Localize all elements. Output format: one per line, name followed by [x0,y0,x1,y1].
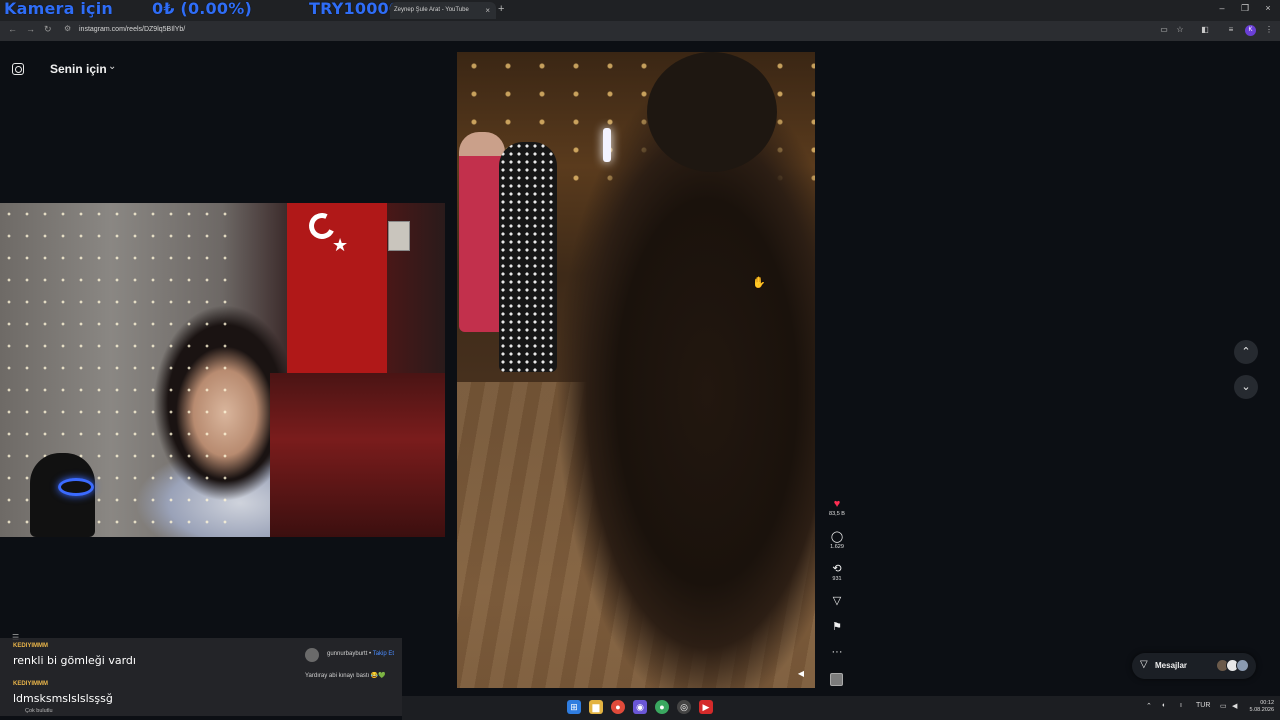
comment-username[interactable]: gunnurbayburtt [327,651,367,657]
instagram-logo-icon[interactable] [12,63,24,75]
avatar [1236,659,1249,672]
heart-icon: ♥ [833,498,841,510]
feed-title[interactable]: Senin için [50,62,107,76]
comment-text: Yardıray abi kınayı bastı 😂💚 [305,673,386,679]
minimize-button[interactable]: – [1212,3,1232,13]
volume-icon[interactable]: ◀ [795,668,807,680]
profile-avatar[interactable]: K [1245,25,1256,36]
previous-reel-button[interactable]: ⌃ [1234,340,1258,364]
instagram-page: Senin için ⌄ ★ ◀ ♥ 83,5 B ◯ 1.629 ⟲ 931 [0,41,1280,696]
comment-user: gunnurbayburtt • Takip Et [327,651,394,657]
browser-icon[interactable]: ● [655,700,669,714]
tray-app-icon[interactable]: ◐ [1162,702,1166,709]
phone-flashlight [603,128,611,162]
start-icon[interactable]: ⊞ [567,700,581,714]
app-icon[interactable]: ▶ [699,700,713,714]
turkish-flag: ★ [287,203,387,373]
weather-label: Çok bulutlu [25,708,53,714]
mic-light-ring [58,478,94,496]
browser-tab-bar: Kamera için 0₺ (0.00%) TRY10000 Zeynep Ş… [0,0,1280,21]
repost-count: 931 [832,576,842,582]
site-info-icon[interactable]: ⚙ [64,24,71,33]
close-window-button[interactable]: × [1258,3,1278,13]
star-icon: ★ [332,235,349,255]
system-clock[interactable]: 00:12 5.08.2026 [1244,700,1274,714]
clock-time: 00:12 [1260,700,1274,706]
more-button[interactable]: ··· [826,646,848,658]
messages-button[interactable]: ▽ Mesajlar [1132,653,1256,679]
tab-close-icon[interactable]: × [485,2,490,19]
volume-tray-icon[interactable]: ◀ [1232,702,1237,710]
menu-kebab-icon[interactable]: ⋮ [1264,25,1274,35]
language-indicator[interactable]: TUR [1196,702,1210,709]
browser-address-bar: ← → ↻ ⚙ instagram.com/reels/DZ9lq5BIlYb/… [0,21,1280,41]
stream-camera-label: Kamera için [4,0,114,18]
url-input[interactable]: instagram.com/reels/DZ9lq5BIlYb/ [79,26,185,33]
stream-goal: TRY10000 [309,0,401,18]
share-icon: ▽ [832,595,842,607]
clock-date: 5.08.2026 [1249,707,1274,713]
chevron-down-icon[interactable]: ⌄ [108,61,116,72]
restore-button[interactable]: ❐ [1235,3,1255,14]
back-icon[interactable]: ← [8,24,17,34]
like-button[interactable]: ♥ 83,5 B [826,498,848,517]
mouse-cursor-icon: ✋ [752,277,766,289]
send-icon: ▽ [1140,659,1148,670]
messages-label: Mesajlar [1155,661,1188,670]
media-controls-icon[interactable]: ≡ [1226,25,1236,35]
file-explorer-icon[interactable]: ▆ [589,700,603,714]
chat-message: ldmsksmslslslsşsğ [13,692,113,705]
bookmark-icon: ⚑ [832,621,842,633]
comment-count: 1.629 [830,544,844,550]
comment-icon: ◯ [830,531,844,543]
stream-balance: 0₺ (0.00%) [152,0,252,18]
reload-icon[interactable]: ↻ [44,24,52,35]
webcam-feed: ★ [0,203,445,537]
audio-thumbnail[interactable] [830,673,843,686]
like-count: 83,5 B [829,511,845,517]
microphone [30,453,95,537]
repost-icon: ⟲ [832,563,842,575]
chat-username: KEDIYIMMM [13,643,48,649]
browser-tab[interactable]: Zeynep Şule Arat - YouTube × [390,2,496,19]
bookmark-star-icon[interactable]: ☆ [1175,25,1185,35]
windows-taskbar: ⊞ ▆ ● ◉ ● ◎ ▶ ⌃ ◐ ı TUR ▭ ◀ [402,696,1280,720]
chat-message: renkli bi gömleği vardı [13,654,136,667]
comment-button[interactable]: ◯ 1.629 [826,531,848,550]
save-button[interactable]: ⚑ [826,621,848,633]
tray-chevron-icon[interactable]: ⌃ [1146,702,1152,710]
cast-icon[interactable]: ▭ [1159,25,1169,35]
extensions-icon[interactable]: ◧ [1200,25,1210,35]
reel-video[interactable]: ◀ [457,52,815,688]
chrome-icon[interactable]: ● [611,700,625,714]
follow-link[interactable]: Takip Et [373,651,394,657]
discord-icon[interactable]: ◉ [633,700,647,714]
obs-icon[interactable]: ◎ [677,700,691,714]
tray-mic-icon[interactable]: ı [1180,702,1182,709]
next-reel-button[interactable]: ⌄ [1234,375,1258,399]
tab-title: Zeynep Şule Arat - YouTube [394,7,469,13]
forward-icon[interactable]: → [26,24,35,34]
share-button[interactable]: ▽ [826,595,848,607]
more-icon: ··· [831,646,843,658]
repost-button[interactable]: ⟲ 931 [826,563,848,582]
new-tab-button[interactable]: + [498,3,504,15]
foreground-person [517,62,815,688]
foreground-head [647,52,777,172]
bed [270,373,445,537]
chat-username: KEDIYIMMM [13,681,48,687]
wall-poster [388,221,410,251]
avatar [305,648,319,662]
display-icon[interactable]: ▭ [1220,702,1227,710]
